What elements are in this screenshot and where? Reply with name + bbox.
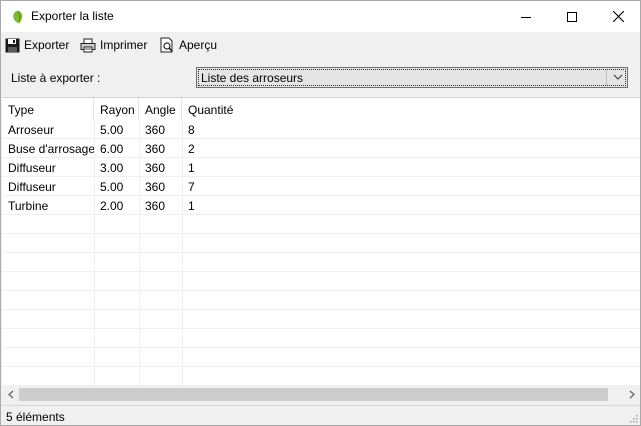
column-header-angle[interactable]: Angle — [139, 98, 182, 120]
table-row[interactable]: Diffuseur 3.00 360 1 — [2, 158, 640, 177]
select-divider — [606, 70, 607, 85]
cell-rayon: 5.00 — [100, 180, 124, 194]
cell-quantite: 8 — [188, 123, 195, 137]
table-row[interactable]: Buse d'arrosage 6.00 360 2 — [2, 139, 640, 158]
cell-angle: 360 — [145, 180, 166, 194]
empty-row — [2, 215, 640, 234]
close-icon — [612, 11, 624, 22]
status-bar: 5 éléments — [1, 405, 640, 425]
cell-angle: 360 — [145, 142, 166, 156]
scroll-left-button[interactable] — [2, 386, 19, 403]
print-label: Imprimer — [100, 38, 148, 52]
table-row[interactable]: Diffuseur 5.00 360 7 — [2, 177, 640, 196]
column-header-quantite[interactable]: Quantité — [182, 98, 262, 120]
item-count: 5 éléments — [6, 410, 65, 424]
export-list-value: Liste des arroseurs — [201, 71, 304, 85]
cell-rayon: 5.00 — [100, 123, 124, 137]
table-row[interactable]: Turbine 2.00 360 1 — [2, 196, 640, 215]
printer-icon — [80, 38, 96, 52]
cell-angle: 360 — [145, 123, 166, 137]
cell-type: Arroseur — [8, 123, 55, 137]
cell-rayon: 6.00 — [100, 142, 124, 156]
table-row[interactable]: Arroseur 5.00 360 8 — [2, 120, 640, 139]
window-title: Exporter la liste — [31, 9, 114, 23]
cell-angle: 360 — [145, 199, 166, 213]
floppy-disk-icon — [5, 38, 20, 52]
cell-type: Buse d'arrosage — [8, 142, 94, 156]
column-header-rayon[interactable]: Rayon — [94, 98, 139, 120]
empty-row — [2, 234, 640, 253]
toolbar: Exporter Imprimer Aperçu — [1, 32, 640, 58]
chevron-down-icon — [613, 74, 623, 80]
chevron-right-icon — [629, 390, 635, 399]
maximize-button[interactable] — [549, 1, 595, 32]
cell-quantite: 1 — [188, 199, 195, 213]
empty-row — [2, 348, 640, 367]
export-label: Exporter — [24, 38, 70, 52]
empty-row — [2, 291, 640, 310]
empty-row — [2, 310, 640, 329]
print-button[interactable]: Imprimer — [80, 35, 147, 55]
empty-row — [2, 329, 640, 348]
export-list-label: Liste à exporter : — [11, 71, 101, 85]
chevron-left-icon — [7, 390, 13, 399]
resize-grip-icon[interactable] — [628, 413, 638, 423]
cell-quantite: 2 — [188, 142, 195, 156]
empty-row — [2, 253, 640, 272]
close-button[interactable] — [595, 1, 641, 32]
export-list-window: Exporter la liste Exporter Imprimer Aper… — [0, 0, 641, 426]
cell-rayon: 3.00 — [100, 161, 124, 175]
empty-row — [2, 367, 640, 386]
cell-quantite: 7 — [188, 180, 195, 194]
items-list[interactable]: Type Rayon Angle Quantité Arroseur 5.00 … — [2, 97, 640, 387]
horizontal-scrollbar[interactable] — [2, 386, 640, 403]
cell-type: Diffuseur — [8, 161, 56, 175]
scroll-right-button[interactable] — [623, 386, 640, 403]
cell-quantite: 1 — [188, 161, 195, 175]
cell-angle: 360 — [145, 161, 166, 175]
title-bar[interactable]: Exporter la liste — [1, 1, 640, 32]
minimize-icon — [521, 16, 531, 18]
empty-row — [2, 272, 640, 291]
cell-type: Diffuseur — [8, 180, 56, 194]
cell-type: Turbine — [8, 199, 49, 213]
preview-label: Aperçu — [179, 38, 218, 52]
scroll-thumb[interactable] — [19, 388, 608, 401]
preview-button[interactable]: Aperçu — [159, 35, 217, 55]
leaf-icon — [13, 10, 23, 24]
column-header-type[interactable]: Type — [2, 98, 94, 120]
export-list-select[interactable]: Liste des arroseurs — [196, 67, 628, 88]
list-header: Type Rayon Angle Quantité — [2, 98, 640, 120]
maximize-icon — [567, 11, 577, 22]
cell-rayon: 2.00 — [100, 199, 124, 213]
export-button[interactable]: Exporter — [5, 35, 69, 55]
print-preview-icon — [160, 37, 173, 53]
minimize-button[interactable] — [503, 1, 549, 32]
